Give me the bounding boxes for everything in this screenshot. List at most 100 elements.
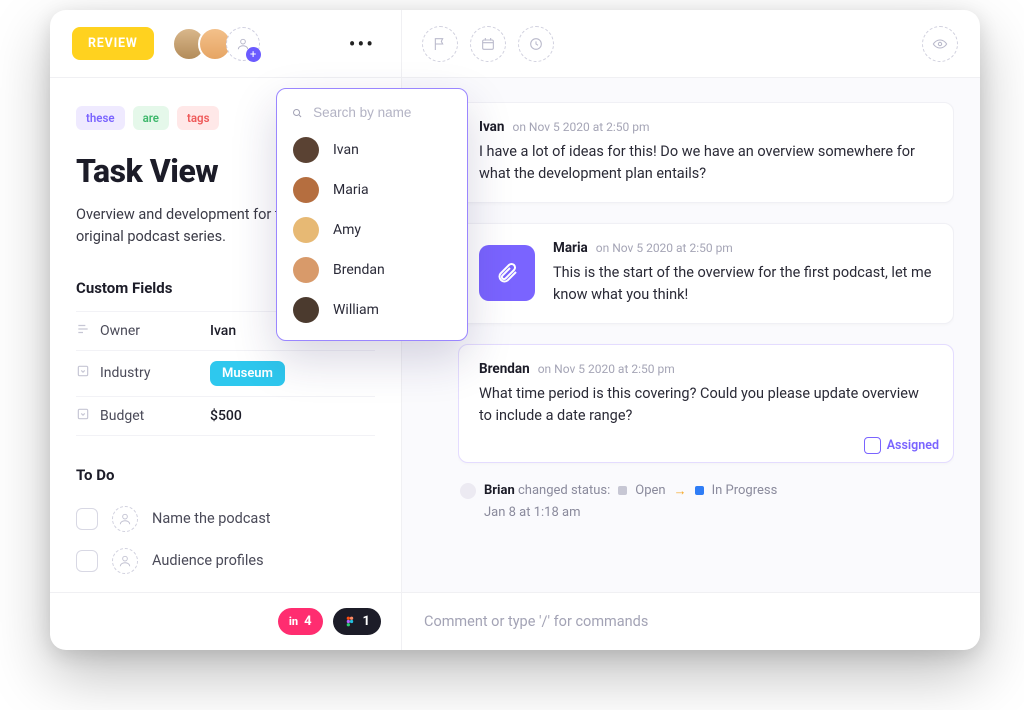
integration-count: 4 <box>304 614 311 629</box>
comment-body: This is the start of the overview for th… <box>553 262 933 307</box>
attachment-button[interactable] <box>479 245 535 301</box>
composer-placeholder: Comment or type '/' for commands <box>424 613 648 630</box>
comment-body: What time period is this covering? Could… <box>479 383 933 428</box>
person-name: Amy <box>333 222 361 238</box>
field-value[interactable]: Museum <box>210 361 285 386</box>
task-window: REVIEW + ••• <box>50 10 980 650</box>
comment-timestamp: on Nov 5 2020 at 2:50 pm <box>538 362 675 376</box>
calendar-icon <box>480 36 496 52</box>
todo-text: Audience profiles <box>152 552 264 569</box>
activity-from: Open <box>635 483 665 498</box>
comment-author: Brendan <box>479 361 530 377</box>
status-pill[interactable]: REVIEW <box>72 27 154 60</box>
status-dot <box>695 486 704 495</box>
todo-list: Name the podcast Audience profiles <box>76 498 375 582</box>
field-value[interactable]: $500 <box>210 408 242 424</box>
figma-icon <box>344 615 357 628</box>
text-field-icon <box>76 322 100 340</box>
activity-verb: changed status: <box>518 483 610 498</box>
todo-item[interactable]: Name the podcast <box>76 498 375 540</box>
tag[interactable]: tags <box>177 106 220 130</box>
comment: Maria on Nov 5 2020 at 2:50 pm This is t… <box>458 223 954 324</box>
activity-panel: Ivan on Nov 5 2020 at 2:50 pm I have a l… <box>402 78 980 592</box>
assignee-placeholder-icon[interactable] <box>112 548 138 574</box>
comment-timestamp: on Nov 5 2020 at 2:50 pm <box>596 241 733 255</box>
comment: Ivan on Nov 5 2020 at 2:50 pm I have a l… <box>458 102 954 203</box>
clock-icon <box>528 36 544 52</box>
person-name: Maria <box>333 182 369 198</box>
assignee-avatars: + <box>172 27 260 61</box>
comment-thread: Ivan on Nov 5 2020 at 2:50 pm I have a l… <box>458 102 954 592</box>
flag-icon <box>432 36 448 52</box>
field-label: Industry <box>100 365 210 381</box>
comment-author: Maria <box>553 240 588 256</box>
person-avatar <box>293 217 319 243</box>
integrations: in 4 1 <box>50 593 402 650</box>
people-search-input[interactable] <box>313 105 453 120</box>
assigned-label: Assigned <box>887 438 939 453</box>
topbar: REVIEW + ••• <box>50 10 980 78</box>
people-option[interactable]: Ivan <box>277 130 467 170</box>
field-value[interactable]: Ivan <box>210 323 236 339</box>
activity-actor: Brian <box>484 483 515 498</box>
people-option[interactable]: Maria <box>277 170 467 210</box>
assigned-badge[interactable]: Assigned <box>864 437 939 454</box>
person-avatar <box>293 257 319 283</box>
people-picker-dropdown: Ivan Maria Amy Brendan William <box>276 88 468 341</box>
todo-text: Name the podcast <box>152 510 271 527</box>
person-avatar <box>293 177 319 203</box>
topbar-left: REVIEW + ••• <box>50 10 402 77</box>
integration-count: 1 <box>363 614 370 629</box>
field-budget: Budget $500 <box>76 396 375 436</box>
paperclip-icon <box>495 261 519 285</box>
field-industry: Industry Museum <box>76 350 375 396</box>
body: these are tags Task View Overview and de… <box>50 78 980 592</box>
people-option[interactable]: Amy <box>277 210 467 250</box>
status-dot <box>618 486 627 495</box>
person-name: William <box>333 302 379 318</box>
invision-icon: in <box>289 615 298 628</box>
topbar-right <box>402 26 980 62</box>
checkbox[interactable] <box>76 508 98 530</box>
comment-body: I have a lot of ideas for this! Do we ha… <box>479 141 933 186</box>
dropdown-field-icon <box>76 364 100 382</box>
people-search <box>277 97 467 130</box>
checkbox-icon <box>864 437 881 454</box>
people-option[interactable]: Brendan <box>277 250 467 290</box>
todo-heading: To Do <box>76 466 375 484</box>
more-menu-button[interactable]: ••• <box>349 32 375 56</box>
plus-icon: + <box>246 47 261 62</box>
dropdown-field-icon <box>76 407 100 425</box>
activity-entry: Brian changed status: Open → In Progress… <box>458 483 954 520</box>
todo-item[interactable]: Audience profiles <box>76 540 375 582</box>
activity-timestamp: Jan 8 at 1:18 am <box>460 505 954 520</box>
add-assignee-button[interactable]: + <box>226 27 260 61</box>
people-option[interactable]: William <box>277 290 467 330</box>
comment-composer[interactable]: Comment or type '/' for commands <box>402 593 980 650</box>
arrow-right-icon: → <box>674 483 687 499</box>
field-label: Owner <box>100 323 210 339</box>
comment-timestamp: on Nov 5 2020 at 2:50 pm <box>512 120 649 134</box>
date-button[interactable] <box>470 26 506 62</box>
person-avatar <box>293 137 319 163</box>
activity-avatar <box>460 483 476 499</box>
watch-button[interactable] <box>922 26 958 62</box>
person-name: Ivan <box>333 142 359 158</box>
activity-to: In Progress <box>712 483 778 498</box>
search-icon <box>291 106 303 120</box>
eye-icon <box>932 36 948 52</box>
tag[interactable]: these <box>76 106 125 130</box>
field-label: Budget <box>100 408 210 424</box>
comment-author: Ivan <box>479 119 504 135</box>
tag[interactable]: are <box>133 106 169 130</box>
comment: Brendan on Nov 5 2020 at 2:50 pm What ti… <box>458 344 954 463</box>
assignee-placeholder-icon[interactable] <box>112 506 138 532</box>
checkbox[interactable] <box>76 550 98 572</box>
person-avatar <box>293 297 319 323</box>
person-name: Brendan <box>333 262 385 278</box>
integration-figma[interactable]: 1 <box>333 608 381 635</box>
footer: in 4 1 Comment or type '/' for commands <box>50 592 980 650</box>
time-button[interactable] <box>518 26 554 62</box>
flag-button[interactable] <box>422 26 458 62</box>
integration-invision[interactable]: in 4 <box>278 608 323 635</box>
